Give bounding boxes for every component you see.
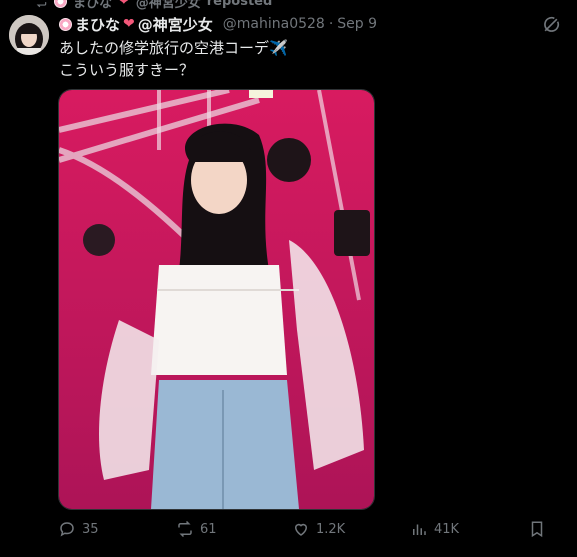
views-icon (413, 524, 426, 535)
separator-dot: · (328, 16, 334, 32)
repost-icon (36, 2, 47, 8)
user-handle[interactable]: @mahina0528 (223, 16, 325, 32)
display-name[interactable]: まひな ❤ @神宮少女 (59, 14, 213, 35)
flower-icon (59, 17, 72, 31)
display-name-main: まひな (75, 15, 121, 34)
like-count: 1.2K (316, 521, 346, 537)
repost-user-suffix: @神宮少女 (135, 0, 201, 11)
reply-count: 35 (82, 521, 99, 537)
repost-count: 61 (200, 521, 217, 537)
grok-icon[interactable] (541, 15, 561, 35)
repost-icon (178, 520, 192, 538)
post-date[interactable]: Sep 9 (337, 16, 377, 32)
photo-image (59, 90, 374, 509)
tweet-photo[interactable] (58, 89, 375, 510)
reply-button[interactable]: 35 (58, 520, 99, 538)
repost-user-name: まひな (73, 0, 113, 11)
tweet-text-line-2: こういう服すきー？ (59, 61, 195, 79)
like-button[interactable]: 1.2K (292, 520, 345, 538)
reply-icon (60, 522, 74, 537)
bookmark-button[interactable] (528, 520, 546, 538)
display-name-suffix: @神宮少女 (137, 15, 213, 34)
tweet-header: まひな ❤ @神宮少女 @mahina0528 · Sep 9 (59, 14, 557, 34)
avatar[interactable] (9, 15, 49, 55)
views-count: 41K (434, 521, 460, 537)
repost-label: reposted (206, 0, 273, 9)
repost-context[interactable]: まひな ❤ @神宮少女 reposted (34, 0, 273, 11)
bookmark-icon (531, 521, 543, 538)
like-icon (294, 523, 308, 536)
tweet-text: あしたの修学旅行の空港コーデ✈️ こういう服すきー？ (59, 37, 288, 81)
heart-emoji-icon: ❤ (118, 0, 130, 9)
heart-emoji-icon: ❤ (123, 16, 135, 32)
flower-icon (54, 0, 67, 8)
tweet-actions: 35 61 1.2K 41K (58, 520, 558, 544)
repost-button[interactable]: 61 (176, 520, 217, 538)
views-button[interactable]: 41K (410, 520, 459, 538)
tweet-text-line-1: あしたの修学旅行の空港コーデ✈️ (59, 39, 288, 57)
avatar-image (9, 15, 49, 55)
